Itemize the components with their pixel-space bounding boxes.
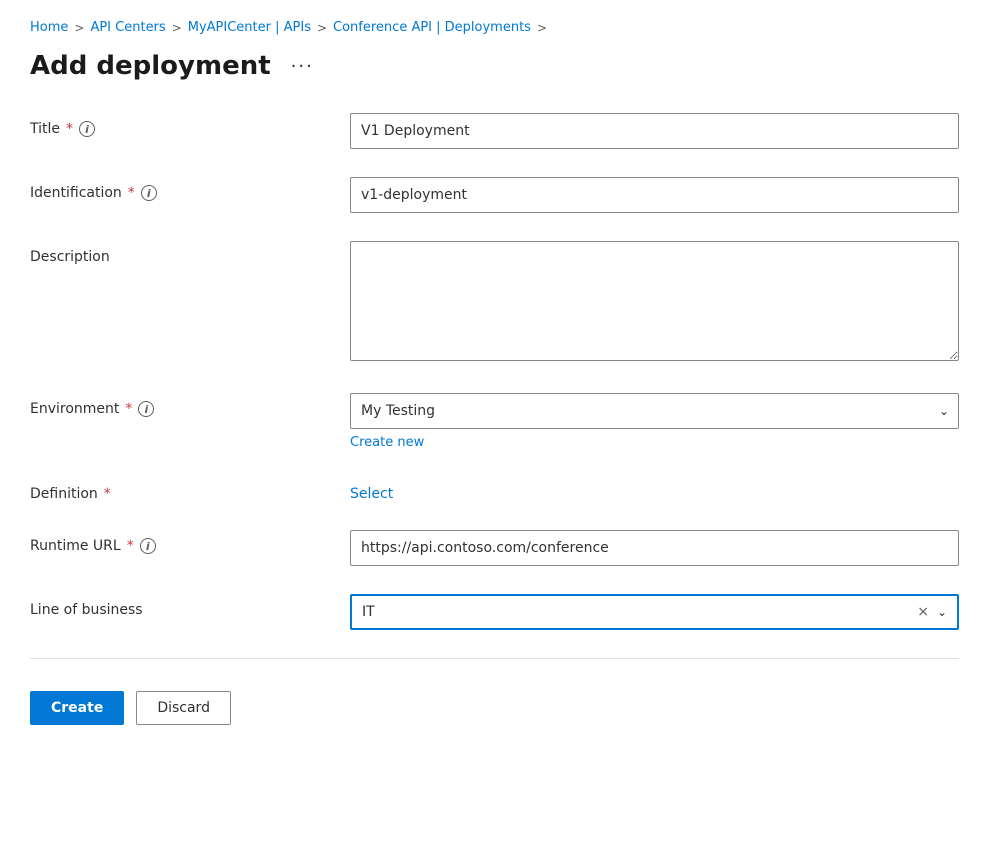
description-label-text: Description xyxy=(30,249,110,265)
environment-select[interactable]: My Testing Production Staging xyxy=(350,393,959,429)
environment-label: Environment * i xyxy=(30,401,350,417)
line-of-business-row: Line of business × ⌄ xyxy=(30,594,959,630)
environment-label-text: Environment xyxy=(30,401,119,417)
runtime-url-input[interactable] xyxy=(350,530,959,566)
line-of-business-label-text: Line of business xyxy=(30,602,143,618)
environment-label-col: Environment * i xyxy=(30,393,350,417)
combobox-actions: × ⌄ xyxy=(917,604,957,620)
breadcrumb-sep-4: > xyxy=(537,21,547,35)
runtime-url-label-col: Runtime URL * i xyxy=(30,530,350,554)
breadcrumb-home[interactable]: Home xyxy=(30,20,68,35)
title-label: Title * i xyxy=(30,121,350,137)
environment-select-wrapper: My Testing Production Staging ⌄ xyxy=(350,393,959,429)
runtime-url-label-text: Runtime URL xyxy=(30,538,121,554)
create-button[interactable]: Create xyxy=(30,691,124,725)
breadcrumb-sep-3: > xyxy=(317,21,327,35)
runtime-url-row: Runtime URL * i xyxy=(30,530,959,566)
description-textarea[interactable] xyxy=(350,241,959,361)
definition-label: Definition * xyxy=(30,486,350,502)
title-info-icon[interactable]: i xyxy=(79,121,95,137)
breadcrumb-sep-1: > xyxy=(74,21,84,35)
environment-input-col: My Testing Production Staging ⌄ Create n… xyxy=(350,393,959,450)
add-deployment-form: Title * i Identification * i Description xyxy=(30,113,959,630)
definition-row: Definition * Select xyxy=(30,478,959,502)
title-label-text: Title xyxy=(30,121,60,137)
identification-label-text: Identification xyxy=(30,185,122,201)
definition-input-col: Select xyxy=(350,478,959,502)
title-required: * xyxy=(66,121,73,137)
description-input-col xyxy=(350,241,959,365)
title-row: Title * i xyxy=(30,113,959,149)
identification-info-icon[interactable]: i xyxy=(141,185,157,201)
description-row: Description xyxy=(30,241,959,365)
discard-button[interactable]: Discard xyxy=(136,691,231,725)
environment-required: * xyxy=(125,401,132,417)
line-of-business-combobox: × ⌄ xyxy=(350,594,959,630)
form-divider xyxy=(30,658,959,659)
runtime-url-info-icon[interactable]: i xyxy=(140,538,156,554)
line-of-business-input-col: × ⌄ xyxy=(350,594,959,630)
page-title: Add deployment xyxy=(30,51,271,81)
title-input-col xyxy=(350,113,959,149)
identification-input-col xyxy=(350,177,959,213)
line-of-business-label: Line of business xyxy=(30,602,350,618)
definition-select-link[interactable]: Select xyxy=(350,478,393,502)
breadcrumb-my-api-center[interactable]: MyAPICenter | APIs xyxy=(188,20,311,35)
breadcrumb-sep-2: > xyxy=(172,21,182,35)
definition-required: * xyxy=(104,486,111,502)
description-label: Description xyxy=(30,249,350,265)
breadcrumb-api-centers[interactable]: API Centers xyxy=(90,20,165,35)
breadcrumb-conference-api[interactable]: Conference API | Deployments xyxy=(333,20,531,35)
line-of-business-clear-icon[interactable]: × xyxy=(917,604,929,620)
environment-row: Environment * i My Testing Production St… xyxy=(30,393,959,450)
identification-required: * xyxy=(128,185,135,201)
breadcrumb: Home > API Centers > MyAPICenter | APIs … xyxy=(30,20,959,35)
runtime-url-required: * xyxy=(127,538,134,554)
title-input[interactable] xyxy=(350,113,959,149)
line-of-business-chevron-icon[interactable]: ⌄ xyxy=(937,605,947,619)
identification-label-col: Identification * i xyxy=(30,177,350,201)
title-label-col: Title * i xyxy=(30,113,350,137)
identification-label: Identification * i xyxy=(30,185,350,201)
identification-row: Identification * i xyxy=(30,177,959,213)
line-of-business-label-col: Line of business xyxy=(30,594,350,618)
description-label-col: Description xyxy=(30,241,350,265)
definition-label-text: Definition xyxy=(30,486,98,502)
environment-info-icon[interactable]: i xyxy=(138,401,154,417)
create-new-link[interactable]: Create new xyxy=(350,435,424,450)
definition-label-col: Definition * xyxy=(30,478,350,502)
more-options-button[interactable]: ··· xyxy=(283,52,322,81)
identification-input[interactable] xyxy=(350,177,959,213)
line-of-business-input[interactable] xyxy=(352,598,917,626)
runtime-url-label: Runtime URL * i xyxy=(30,538,350,554)
runtime-url-input-col xyxy=(350,530,959,566)
button-row: Create Discard xyxy=(30,683,959,725)
page-header: Add deployment ··· xyxy=(30,51,959,81)
